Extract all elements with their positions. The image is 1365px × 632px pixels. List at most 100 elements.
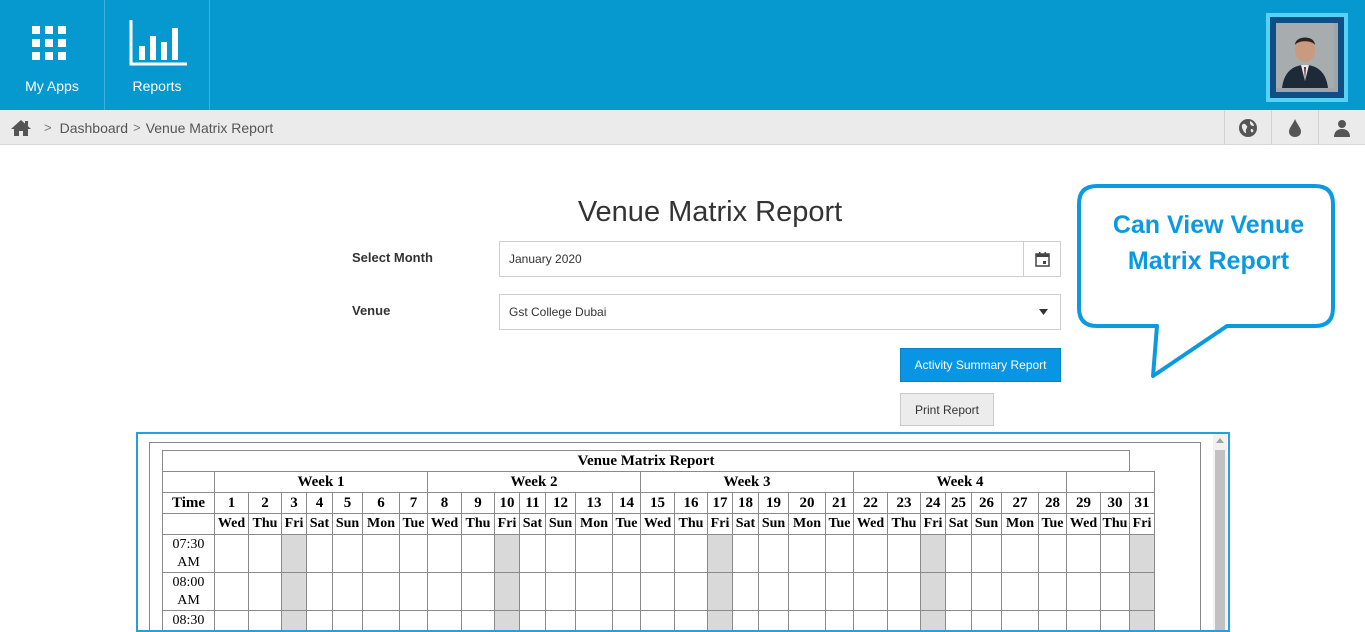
activity-summary-report-button[interactable]: Activity Summary Report — [900, 348, 1061, 382]
schedule-cell[interactable] — [495, 611, 520, 632]
schedule-cell[interactable] — [462, 611, 495, 632]
profile-button[interactable] — [1318, 110, 1365, 145]
schedule-cell[interactable] — [215, 611, 249, 632]
schedule-cell[interactable] — [641, 573, 675, 611]
schedule-cell[interactable] — [282, 611, 307, 632]
schedule-cell[interactable] — [826, 573, 854, 611]
schedule-cell[interactable] — [307, 611, 333, 632]
breadcrumb-dashboard[interactable]: Dashboard — [60, 120, 129, 136]
month-picker[interactable]: January 2020 — [499, 241, 1061, 277]
schedule-cell[interactable] — [854, 535, 888, 573]
schedule-cell[interactable] — [854, 611, 888, 632]
schedule-cell[interactable] — [1067, 573, 1101, 611]
reports-tile[interactable]: Reports — [105, 0, 210, 110]
schedule-cell[interactable] — [1130, 573, 1155, 611]
schedule-cell[interactable] — [826, 535, 854, 573]
schedule-cell[interactable] — [333, 611, 363, 632]
language-button[interactable] — [1224, 110, 1271, 145]
schedule-cell[interactable] — [888, 611, 921, 632]
schedule-cell[interactable] — [546, 535, 576, 573]
schedule-cell[interactable] — [400, 611, 428, 632]
schedule-cell[interactable] — [215, 535, 249, 573]
schedule-cell[interactable] — [921, 573, 946, 611]
print-report-button[interactable]: Print Report — [900, 393, 994, 426]
schedule-cell[interactable] — [613, 611, 641, 632]
user-avatar[interactable] — [1266, 13, 1348, 102]
schedule-cell[interactable] — [854, 573, 888, 611]
schedule-cell[interactable] — [826, 611, 854, 632]
schedule-cell[interactable] — [675, 573, 708, 611]
schedule-cell[interactable] — [789, 535, 826, 573]
schedule-cell[interactable] — [641, 611, 675, 632]
schedule-cell[interactable] — [921, 535, 946, 573]
schedule-cell[interactable] — [400, 535, 428, 573]
schedule-cell[interactable] — [733, 611, 759, 632]
schedule-cell[interactable] — [363, 611, 400, 632]
schedule-cell[interactable] — [1039, 535, 1067, 573]
schedule-cell[interactable] — [249, 535, 282, 573]
schedule-cell[interactable] — [641, 535, 675, 573]
my-apps-tile[interactable]: My Apps — [0, 0, 105, 110]
schedule-cell[interactable] — [733, 573, 759, 611]
scroll-thumb[interactable] — [1215, 450, 1225, 632]
schedule-cell[interactable] — [546, 611, 576, 632]
venue-select[interactable]: Gst College Dubai — [499, 294, 1061, 330]
schedule-cell[interactable] — [249, 573, 282, 611]
schedule-cell[interactable] — [708, 573, 733, 611]
schedule-cell[interactable] — [789, 573, 826, 611]
report-scrollbar[interactable] — [1213, 434, 1227, 632]
schedule-cell[interactable] — [613, 535, 641, 573]
schedule-cell[interactable] — [546, 573, 576, 611]
schedule-cell[interactable] — [462, 573, 495, 611]
schedule-cell[interactable] — [1130, 611, 1155, 632]
schedule-cell[interactable] — [249, 611, 282, 632]
schedule-cell[interactable] — [1130, 535, 1155, 573]
schedule-cell[interactable] — [428, 535, 462, 573]
schedule-cell[interactable] — [759, 573, 789, 611]
schedule-cell[interactable] — [576, 611, 613, 632]
schedule-cell[interactable] — [495, 573, 520, 611]
schedule-cell[interactable] — [946, 535, 972, 573]
schedule-cell[interactable] — [307, 573, 333, 611]
schedule-cell[interactable] — [428, 573, 462, 611]
schedule-cell[interactable] — [675, 611, 708, 632]
schedule-cell[interactable] — [1039, 611, 1067, 632]
schedule-cell[interactable] — [333, 573, 363, 611]
schedule-cell[interactable] — [759, 611, 789, 632]
scroll-up-arrow-icon[interactable] — [1216, 438, 1224, 443]
schedule-cell[interactable] — [759, 535, 789, 573]
schedule-cell[interactable] — [789, 611, 826, 632]
calendar-button[interactable] — [1023, 242, 1060, 276]
schedule-cell[interactable] — [520, 611, 546, 632]
schedule-cell[interactable] — [363, 535, 400, 573]
schedule-cell[interactable] — [613, 573, 641, 611]
report-viewer[interactable]: Venue Matrix ReportWeek 1Week 2Week 3Wee… — [136, 432, 1230, 632]
schedule-cell[interactable] — [733, 535, 759, 573]
schedule-cell[interactable] — [282, 573, 307, 611]
schedule-cell[interactable] — [495, 535, 520, 573]
schedule-cell[interactable] — [1101, 573, 1130, 611]
schedule-cell[interactable] — [921, 611, 946, 632]
schedule-cell[interactable] — [1067, 611, 1101, 632]
schedule-cell[interactable] — [946, 573, 972, 611]
schedule-cell[interactable] — [400, 573, 428, 611]
schedule-cell[interactable] — [462, 535, 495, 573]
schedule-cell[interactable] — [333, 535, 363, 573]
schedule-cell[interactable] — [520, 573, 546, 611]
schedule-cell[interactable] — [520, 535, 546, 573]
schedule-cell[interactable] — [972, 573, 1002, 611]
schedule-cell[interactable] — [888, 573, 921, 611]
schedule-cell[interactable] — [888, 535, 921, 573]
schedule-cell[interactable] — [1101, 611, 1130, 632]
schedule-cell[interactable] — [307, 535, 333, 573]
schedule-cell[interactable] — [675, 535, 708, 573]
schedule-cell[interactable] — [1067, 535, 1101, 573]
schedule-cell[interactable] — [708, 535, 733, 573]
schedule-cell[interactable] — [428, 611, 462, 632]
schedule-cell[interactable] — [282, 535, 307, 573]
schedule-cell[interactable] — [576, 573, 613, 611]
schedule-cell[interactable] — [363, 573, 400, 611]
schedule-cell[interactable] — [972, 535, 1002, 573]
schedule-cell[interactable] — [1002, 573, 1039, 611]
schedule-cell[interactable] — [1002, 535, 1039, 573]
